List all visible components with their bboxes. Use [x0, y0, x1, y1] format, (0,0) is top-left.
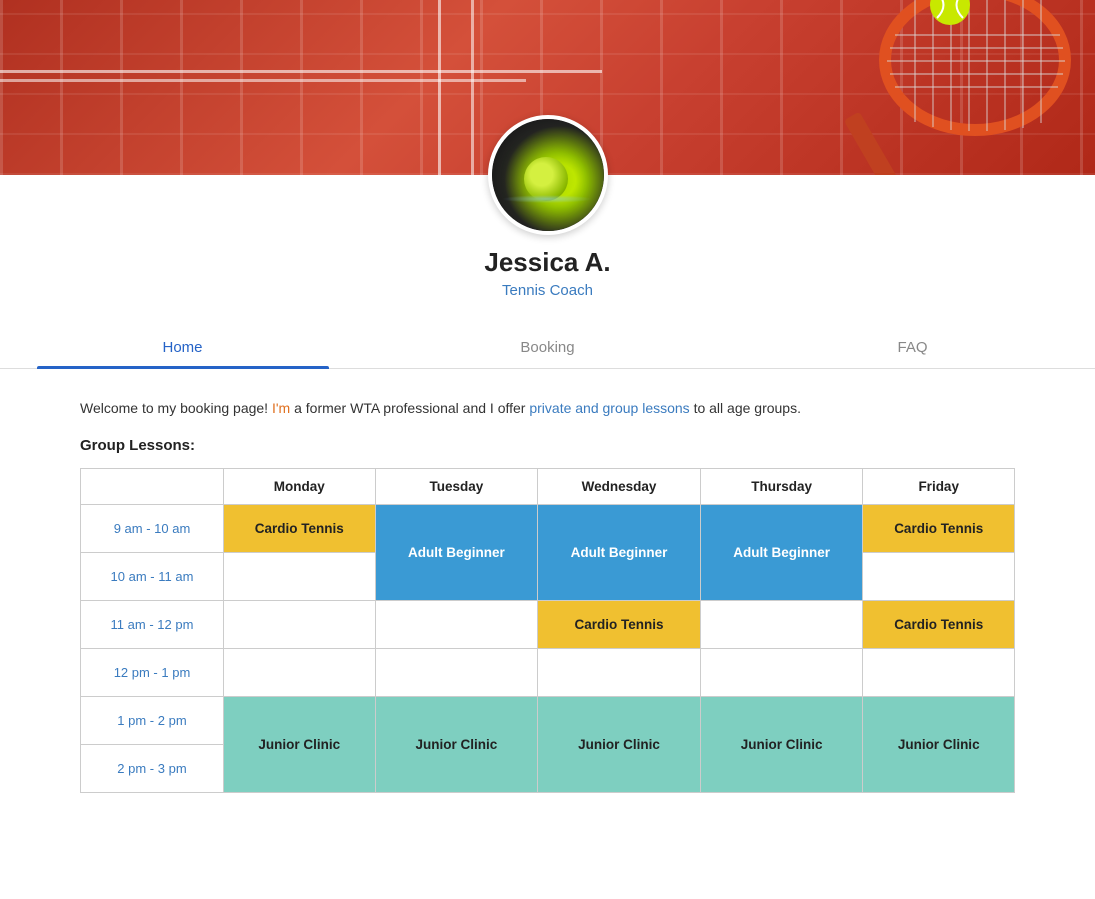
col-header-tuesday: Tuesday: [375, 469, 538, 505]
cardio-tennis-fri2: Cardio Tennis: [863, 601, 1015, 649]
col-header-friday: Friday: [863, 469, 1015, 505]
empty-cell: [375, 649, 538, 697]
welcome-prefix: Welcome to my booking page!: [80, 400, 268, 416]
profile-name: Jessica A.: [484, 247, 610, 278]
junior-clinic-fri: Junior Clinic: [863, 697, 1015, 793]
welcome-suffix: a former WTA professional and I offer: [294, 400, 529, 416]
table-row: 9 am - 10 am Cardio Tennis Adult Beginne…: [81, 505, 1015, 553]
junior-clinic-thu: Junior Clinic: [700, 697, 863, 793]
table-header-row: Monday Tuesday Wednesday Thursday Friday: [81, 469, 1015, 505]
col-header-monday: Monday: [223, 469, 375, 505]
col-header-wednesday: Wednesday: [538, 469, 701, 505]
time-cell: 2 pm - 3 pm: [81, 745, 224, 793]
junior-clinic-wed: Junior Clinic: [538, 697, 701, 793]
empty-cell: [375, 601, 538, 649]
profile-section: Jessica A. Tennis Coach: [0, 175, 1095, 327]
table-row: 12 pm - 1 pm: [81, 649, 1015, 697]
adult-beginner-thu: Adult Beginner: [700, 505, 863, 601]
tab-faq[interactable]: FAQ: [730, 327, 1095, 368]
tabs: Home Booking FAQ: [0, 327, 1095, 369]
col-header-thursday: Thursday: [700, 469, 863, 505]
time-cell: 1 pm - 2 pm: [81, 697, 224, 745]
empty-cell: [863, 553, 1015, 601]
welcome-me: I'm: [272, 400, 290, 416]
cardio-tennis-cell: Cardio Tennis: [223, 505, 375, 553]
profile-title: Tennis Coach: [502, 282, 593, 299]
empty-cell: [700, 649, 863, 697]
section-title: Group Lessons:: [80, 437, 1015, 454]
schedule-table: Monday Tuesday Wednesday Thursday Friday…: [80, 468, 1015, 793]
adult-beginner-wed: Adult Beginner: [538, 505, 701, 601]
adult-beginner-tue: Adult Beginner: [375, 505, 538, 601]
col-header-time: [81, 469, 224, 505]
welcome-private: private and group lessons: [529, 400, 689, 416]
time-cell: 9 am - 10 am: [81, 505, 224, 553]
avatar: [488, 115, 608, 235]
time-cell: 12 pm - 1 pm: [81, 649, 224, 697]
time-cell: 11 am - 12 pm: [81, 601, 224, 649]
time-cell: 10 am - 11 am: [81, 553, 224, 601]
cardio-tennis-fri: Cardio Tennis: [863, 505, 1015, 553]
empty-cell: [863, 649, 1015, 697]
tab-home[interactable]: Home: [0, 327, 365, 368]
empty-cell: [223, 553, 375, 601]
junior-clinic-tue: Junior Clinic: [375, 697, 538, 793]
welcome-text: Welcome to my booking page! I'm a former…: [80, 397, 1015, 419]
table-row: 1 pm - 2 pm Junior Clinic Junior Clinic …: [81, 697, 1015, 745]
banner-racket-icon: [695, 0, 1095, 175]
empty-cell: [700, 601, 863, 649]
main-content: Welcome to my booking page! I'm a former…: [0, 397, 1095, 833]
tab-booking[interactable]: Booking: [365, 327, 730, 368]
junior-clinic-mon: Junior Clinic: [223, 697, 375, 793]
table-row: 11 am - 12 pm Cardio Tennis Cardio Tenni…: [81, 601, 1015, 649]
empty-cell: [538, 649, 701, 697]
cardio-tennis-wed: Cardio Tennis: [538, 601, 701, 649]
empty-cell: [223, 649, 375, 697]
welcome-end: to all age groups.: [690, 400, 801, 416]
empty-cell: [223, 601, 375, 649]
